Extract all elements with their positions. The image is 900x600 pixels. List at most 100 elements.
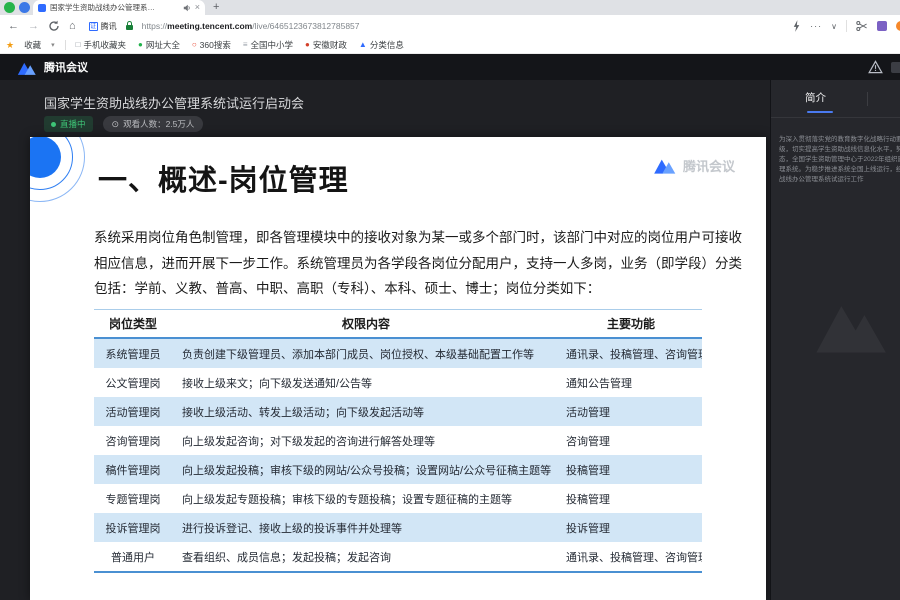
viewers-badge: ⊙ 观看人数：2.5万人 bbox=[103, 116, 204, 132]
sidebar-tabs: 简介 bbox=[771, 80, 900, 118]
favorites-star-icon[interactable]: ★ bbox=[6, 40, 14, 51]
search-360-icon: ○ bbox=[192, 41, 197, 49]
meeting-header: 腾讯会议 bbox=[0, 54, 900, 80]
table-cell: 系统管理员 bbox=[94, 346, 172, 362]
back-button[interactable]: ← bbox=[8, 15, 19, 37]
tab-close-button[interactable]: × bbox=[195, 3, 200, 12]
slide-paragraph: 系统采用岗位角色制管理，即各管理模块中的接收对象为某一或多个部门时，该部门中对应… bbox=[94, 225, 716, 302]
bookmark-items: □手机收藏夹●网址大全○360搜索≡全国中小学●安徽财政▲分类信息 bbox=[76, 39, 404, 51]
sidebar-tab-divider bbox=[867, 92, 868, 106]
gov-emblem-icon: ● bbox=[305, 41, 310, 49]
table-cell: 投稿管理 bbox=[560, 491, 702, 507]
refresh-button[interactable] bbox=[48, 20, 60, 32]
tencent-meeting-logo-icon bbox=[16, 59, 38, 76]
table-row: 普通用户查看组织、成员信息；发起投稿；发起咨询通讯录、投稿管理、咨询管理 bbox=[94, 542, 702, 571]
flash-save-icon[interactable] bbox=[792, 20, 801, 32]
bookmark-item[interactable]: ○360搜索 bbox=[192, 39, 231, 51]
table-row: 咨询管理岗向上级发起咨询；对下级发起的咨询进行解答处理等咨询管理 bbox=[94, 426, 702, 455]
extension-orange-icon[interactable] bbox=[896, 21, 900, 31]
profile-icon[interactable] bbox=[19, 2, 30, 13]
live-description: 为深入贯彻落实党的教育数字化战略行动要求，推动学生资助数字化转型升级，切实提高学… bbox=[779, 135, 900, 185]
report-warning-icon[interactable] bbox=[868, 60, 883, 74]
paragraph-line: 系统采用岗位角色制管理，即各管理模块中的接收对象为某一或多个部门时，该部门中对应… bbox=[94, 225, 716, 251]
table-row: 稿件管理岗向上级发起投稿；审核下级的网站/公众号投稿；设置网站/公众号征稿主题等… bbox=[94, 455, 702, 484]
site-verify-label: 腾讯 bbox=[101, 21, 117, 32]
bookmark-item[interactable]: ▲分类信息 bbox=[359, 39, 404, 51]
live-dot-icon bbox=[51, 122, 56, 127]
table-cell: 咨询管理 bbox=[560, 433, 702, 449]
lock-icon bbox=[126, 25, 133, 30]
browser-logo-icon[interactable] bbox=[4, 2, 15, 13]
url-host: meeting.tencent.com bbox=[167, 21, 252, 31]
live-title: 国家学生资助战线办公管理系统试运行启动会 bbox=[44, 93, 304, 112]
table-cell: 通知公告管理 bbox=[560, 375, 702, 391]
table-cell: 投稿管理 bbox=[560, 462, 702, 478]
table-cell: 接收上级活动、转发上级活动；向下级发起活动等 bbox=[172, 404, 560, 420]
paragraph-line: 包括：学前、义教、普高、中职、高职（专科）、本科、硕士、博士；岗位分类如下： bbox=[94, 276, 716, 302]
favorites-label[interactable]: 收藏 bbox=[24, 39, 41, 51]
slide-logo-icon bbox=[652, 155, 678, 175]
bookmarks-divider bbox=[65, 40, 66, 50]
slide-logo: 腾讯会议 bbox=[652, 155, 735, 175]
tab-active-underline bbox=[807, 111, 833, 113]
table-cell: 活动管理岗 bbox=[94, 404, 172, 420]
slide-logo-text: 腾讯会议 bbox=[683, 156, 735, 175]
bookmark-label: 分类信息 bbox=[370, 39, 404, 51]
screenshot-scissors-icon[interactable] bbox=[856, 20, 868, 32]
new-tab-button[interactable]: + bbox=[213, 0, 219, 15]
bookmark-label: 网址大全 bbox=[146, 39, 180, 51]
site-nav-icon: ● bbox=[138, 41, 143, 49]
school-site-icon: ≡ bbox=[243, 41, 248, 49]
toolbar-divider bbox=[846, 20, 847, 32]
table-row: 系统管理员负责创建下级管理员、添加本部门成员、岗位授权、本级基础配置工作等通讯录… bbox=[94, 339, 702, 368]
info-sidebar: 简介 为深入贯彻落实党的教育数字化战略行动要求，推动学生资助数字化转型升级，切实… bbox=[770, 80, 900, 600]
brand-name[interactable]: 腾讯会议 bbox=[44, 59, 88, 75]
live-status-label: 直播中 bbox=[60, 118, 86, 130]
table-cell: 向上级发起咨询；对下级发起的咨询进行解答处理等 bbox=[172, 433, 560, 449]
home-button[interactable]: ⌂ bbox=[69, 15, 76, 37]
viewers-icon: ⊙ bbox=[112, 120, 120, 129]
table-cell: 向上级发起专题投稿；审核下级的专题投稿；设置专题征稿的主题等 bbox=[172, 491, 560, 507]
table-cell: 公文管理岗 bbox=[94, 375, 172, 391]
bookmark-item[interactable]: □手机收藏夹 bbox=[76, 39, 126, 51]
table-cell: 投诉管理岗 bbox=[94, 520, 172, 536]
address-row: ← → ⌂ 证 腾讯 https://meeting.tencent.com/l… bbox=[0, 15, 900, 37]
table-header-row: 岗位类型权限内容主要功能 bbox=[94, 309, 702, 339]
phone-bookmark-icon: □ bbox=[76, 41, 81, 49]
extension-icon[interactable] bbox=[877, 21, 887, 31]
tab-favicon-icon bbox=[38, 4, 46, 12]
address-bar[interactable]: https://meeting.tencent.com/live/6465123… bbox=[142, 21, 360, 31]
table-cell: 查看组织、成员信息；发起投稿；发起咨询 bbox=[172, 549, 560, 565]
table-cell: 稿件管理岗 bbox=[94, 462, 172, 478]
bookmark-label: 手机收藏夹 bbox=[83, 39, 126, 51]
classified-icon: ▲ bbox=[359, 41, 367, 49]
tab-title: 国家学生资助战线办公管理系… bbox=[50, 2, 179, 13]
bookmark-label: 360搜索 bbox=[200, 39, 231, 51]
slide-table: 岗位类型权限内容主要功能 系统管理员负责创建下级管理员、添加本部门成员、岗位授权… bbox=[94, 309, 702, 573]
bookmark-item[interactable]: ≡全国中小学 bbox=[243, 39, 293, 51]
bookmark-item[interactable]: ●安徽财政 bbox=[305, 39, 347, 51]
forward-button[interactable]: → bbox=[28, 15, 39, 37]
table-row: 投诉管理岗进行投诉登记、接收上级的投诉事件并处理等投诉管理 bbox=[94, 513, 702, 542]
table-cell: 负责创建下级管理员、添加本部门成员、岗位授权、本级基础配置工作等 bbox=[172, 346, 560, 362]
site-verify-icon: 证 bbox=[89, 22, 98, 31]
header-edge-icon[interactable] bbox=[891, 62, 900, 73]
table-header-cell: 岗位类型 bbox=[94, 315, 172, 332]
table-cell: 专题管理岗 bbox=[94, 491, 172, 507]
browser-tab[interactable]: 国家学生资助战线办公管理系… × bbox=[33, 0, 205, 15]
tab-audio-icon[interactable] bbox=[183, 4, 191, 12]
favorites-caret-icon[interactable]: ▾ bbox=[51, 41, 55, 49]
tab-intro[interactable]: 简介 bbox=[805, 90, 826, 105]
table-cell: 通讯录、投稿管理、咨询管理 bbox=[560, 346, 702, 362]
more-menu-button[interactable]: ··· bbox=[810, 21, 822, 31]
table-header-cell: 权限内容 bbox=[172, 315, 560, 332]
live-video-slide[interactable]: 一、概述-岗位管理 腾讯会议 系统采用岗位角色制管理，即各管理模块中的接收对象为… bbox=[30, 137, 766, 600]
bookmarks-bar: ★ 收藏 ▾ □手机收藏夹●网址大全○360搜索≡全国中小学●安徽财政▲分类信息 bbox=[0, 37, 900, 54]
site-verify-chip[interactable]: 证 腾讯 bbox=[89, 21, 117, 32]
table-row: 公文管理岗接收上级来文；向下级发送通知/公告等通知公告管理 bbox=[94, 368, 702, 397]
bookmark-item[interactable]: ●网址大全 bbox=[138, 39, 180, 51]
watermark-logo-icon bbox=[809, 292, 895, 356]
chevron-down-icon[interactable]: ∨ bbox=[831, 22, 837, 31]
table-cell: 向上级发起投稿；审核下级的网站/公众号投稿；设置网站/公众号征稿主题等 bbox=[172, 462, 560, 478]
table-header-cell: 主要功能 bbox=[560, 315, 702, 332]
